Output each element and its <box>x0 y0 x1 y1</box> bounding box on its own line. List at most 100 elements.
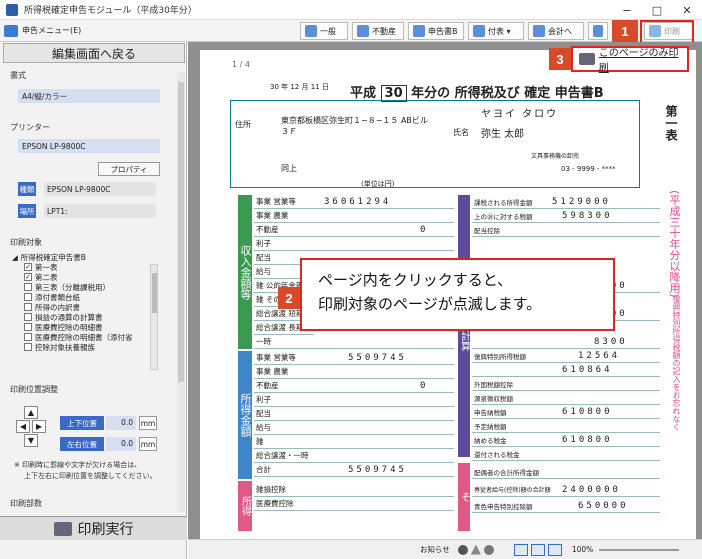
checkbox-icon[interactable] <box>24 323 32 331</box>
tree-item[interactable]: ✓ 第二表 <box>12 272 160 282</box>
checkbox-checked-icon[interactable]: ✓ <box>24 273 32 281</box>
other-block-label: そ <box>458 463 470 531</box>
row-value: 8300 <box>594 336 628 347</box>
return-b-button[interactable]: 申告書B <box>408 22 464 40</box>
printer-title: プリンター <box>10 123 50 132</box>
era-label: 平成 <box>350 86 377 101</box>
kind-value: EPSON LP-9800C <box>44 182 156 196</box>
notice-label: お知らせ <box>420 545 450 554</box>
row-value: 5509745 <box>348 352 407 363</box>
address-value: 東京都板橋区弥生町１−８−１５ ABビル３Ｆ <box>281 116 428 136</box>
kind-label: 種類 <box>18 182 36 196</box>
position-title: 印刷位置調整 <box>10 385 58 394</box>
tree-item[interactable]: 医療費控除の明細書（添付省 <box>12 332 160 342</box>
row-label: 配偶者の合計所得金額 <box>474 468 539 477</box>
arrow-left-icon[interactable]: ◀ <box>16 420 30 433</box>
accounting-button[interactable]: 会計へ <box>528 22 584 40</box>
row-label: 事業 営業等 <box>256 353 296 362</box>
tree-item[interactable]: 所得の内訳書 <box>12 302 160 312</box>
attachment-dropdown[interactable]: 付表 ▾ <box>468 22 524 40</box>
side-reminder-note: 復興特別所得税額の記入をお忘れなく <box>672 295 681 431</box>
print-settings-panel: 編集画面へ戻る 書式 A4/縦/カラー プリンター EPSON LP-9800C… <box>0 42 187 559</box>
place-label: 場所 <box>18 204 36 218</box>
table-row: 一時 <box>254 335 454 349</box>
tree-item[interactable]: ◢ 所得税確定申告書B <box>12 252 160 262</box>
row-label: 配当 <box>256 409 271 418</box>
table-row: 給与 <box>254 421 454 435</box>
row-value: 5509745 <box>348 464 407 475</box>
single-page-view-icon[interactable] <box>513 543 528 556</box>
real-estate-label: 不動産 <box>372 26 396 36</box>
printer-icon <box>579 53 595 65</box>
general-button[interactable]: 一般 <box>300 22 348 40</box>
print-execute-button[interactable]: 印刷実行 <box>0 516 187 540</box>
tree-item[interactable]: 医療費控除の明細書 <box>12 322 160 332</box>
tree-item[interactable]: ✓ 第一表 <box>12 262 160 272</box>
checkbox-icon[interactable] <box>24 343 32 351</box>
tax-form-rows: 収入金額等 事業 営業等 36061294 事業 農業 不動産 0 利子 配当 給与… <box>230 195 660 535</box>
print-this-page-button[interactable]: このページのみ印刷 <box>571 46 689 74</box>
arrow-down-icon[interactable]: ▼ <box>24 434 38 447</box>
tree-item-label: 控除対象扶養親族 <box>35 342 95 352</box>
tree-item[interactable]: 第三表（分離課税用） <box>12 282 160 292</box>
row-label: 課税される所得金額 <box>474 198 533 207</box>
table-row: 予定納税額 <box>472 419 660 433</box>
real-estate-button[interactable]: 不動産 <box>352 22 404 40</box>
tree-item[interactable]: 損益の通算の計算書 <box>12 312 160 322</box>
left-right-input[interactable]: 0.0 <box>106 437 136 451</box>
checkbox-icon[interactable] <box>24 293 32 301</box>
row-label: 上の㉖に対する税額 <box>474 212 533 221</box>
copies-title: 印刷部数 <box>10 499 42 508</box>
calculator-button[interactable] <box>588 22 608 40</box>
row-label: 医療費控除 <box>256 499 294 508</box>
back-to-edit-button[interactable]: 編集画面へ戻る <box>3 43 185 63</box>
checkbox-icon[interactable] <box>24 283 32 291</box>
arrow-up-icon[interactable]: ▲ <box>24 406 38 419</box>
checkbox-icon[interactable] <box>24 313 32 321</box>
row-value: 2400000 <box>562 484 621 495</box>
tree-expand-icon[interactable]: ◢ <box>12 253 18 262</box>
left-panel-scrollbar[interactable] <box>177 72 185 512</box>
deduction-block-label: 所得 <box>238 481 252 531</box>
place-value: LPT1: <box>44 204 156 218</box>
minimize-button[interactable]: − <box>612 0 642 20</box>
row-label: 事業 営業等 <box>256 197 296 206</box>
row-label: 雑 <box>256 437 264 446</box>
print-target-title: 印刷対象 <box>10 238 42 247</box>
name-value: 弥生 太郎 <box>481 129 525 140</box>
format-field[interactable]: A4/縦/カラー <box>18 89 160 103</box>
zoom-slider[interactable] <box>599 548 680 551</box>
fit-page-view-icon[interactable] <box>547 543 562 556</box>
row-value: 36061294 <box>324 196 392 207</box>
report-menu-button[interactable]: 申告メニュー(E) <box>4 24 81 37</box>
attachment-label: 付表 ▾ <box>488 26 511 36</box>
tree-item[interactable]: 控除対象扶養親族 <box>12 342 160 352</box>
maximize-button[interactable]: □ <box>642 0 672 20</box>
up-down-input[interactable]: 0.0 <box>106 416 136 430</box>
callout-line-1: ページ内をクリックすると、 <box>318 271 513 289</box>
checkbox-checked-icon[interactable]: ✓ <box>24 263 32 271</box>
real-estate-icon <box>357 25 369 37</box>
arrow-right-icon[interactable]: ▶ <box>32 420 46 433</box>
close-button[interactable]: ✕ <box>672 0 702 20</box>
row-value: 0 <box>420 224 429 235</box>
tree-scrollbar[interactable] <box>150 264 158 370</box>
position-note-line2: 上下左右に印刷位置を調整してください。 <box>24 472 157 480</box>
info-icon[interactable] <box>483 544 494 555</box>
error-icon[interactable] <box>457 544 468 555</box>
printer-select[interactable]: EPSON LP-9800C <box>18 139 160 153</box>
status-bar: お知らせ 100% <box>188 539 702 559</box>
taxpayer-info-grid: 住所 東京都板橋区弥生町１−８−１５ ABビル３Ｆ ヤヨイ タロウ 氏名 弥生 … <box>230 100 640 188</box>
properties-button[interactable]: プロパティ <box>98 162 160 176</box>
general-icon <box>305 25 317 37</box>
side-title: 第一表 <box>664 105 678 141</box>
table-row: 還付される税金 <box>472 447 660 461</box>
two-page-view-icon[interactable] <box>530 543 545 556</box>
checkbox-icon[interactable] <box>24 303 32 311</box>
warning-icon[interactable] <box>470 544 481 555</box>
furigana-value: ヤヨイ タロウ <box>481 109 559 120</box>
table-row: 事業 農業 <box>254 209 454 223</box>
tree-item[interactable]: 添付書類台紙 <box>12 292 160 302</box>
return-title: 平成 30 年分の 所得税及び 確定 申告書B <box>350 82 604 102</box>
checkbox-icon[interactable] <box>24 333 32 341</box>
